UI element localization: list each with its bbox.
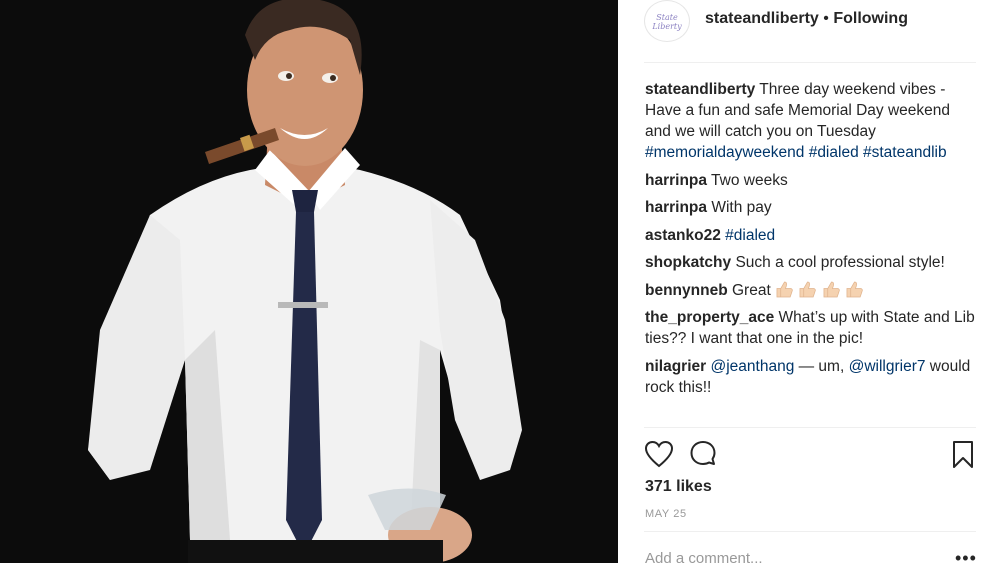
comment-icon bbox=[690, 441, 716, 465]
comment-username[interactable]: nilagrier bbox=[645, 358, 706, 375]
comment-item: harrinpa With pay bbox=[645, 197, 980, 218]
comment-username[interactable]: bennynneb bbox=[645, 282, 728, 299]
comment-input-divider bbox=[644, 531, 976, 532]
comment-username[interactable]: harrinpa bbox=[645, 199, 707, 216]
comment-text: With pay bbox=[711, 199, 772, 216]
comment-username[interactable]: harrinpa bbox=[645, 172, 707, 189]
post-date: MAY 25 bbox=[645, 508, 687, 520]
comment-username[interactable]: astanko22 bbox=[645, 227, 721, 244]
comment-username[interactable]: the_property_ace bbox=[645, 309, 774, 326]
thumbs-up-icon bbox=[823, 281, 840, 297]
post-side-panel: State Liberty stateandliberty • Followin… bbox=[618, 0, 1000, 568]
like-button[interactable] bbox=[642, 438, 676, 472]
photo-illustration bbox=[0, 0, 618, 563]
caption: stateandliberty Three day weekend vibes … bbox=[645, 79, 980, 163]
actions-divider bbox=[644, 427, 976, 428]
thumbs-up-icon bbox=[799, 281, 817, 297]
comment-username[interactable]: shopkatchy bbox=[645, 254, 731, 271]
avatar-logo-text: State Liberty bbox=[652, 13, 682, 31]
comment-mention[interactable]: @jeanthang bbox=[710, 358, 794, 375]
caption-username[interactable]: stateandliberty bbox=[645, 81, 755, 98]
comments-list: stateandliberty Three day weekend vibes … bbox=[645, 79, 980, 404]
comment-item: nilagrier @jeanthang — um, @willgrier7 w… bbox=[645, 356, 980, 398]
add-comment-input[interactable] bbox=[645, 550, 945, 567]
following-button[interactable]: Following bbox=[833, 10, 908, 27]
post-actions bbox=[642, 438, 980, 472]
thumbs-up-icon bbox=[846, 281, 863, 297]
caption-hashtags[interactable]: #memorialdayweekend #dialed #stateandlib bbox=[645, 144, 947, 161]
comment-item: bennynneb Great bbox=[645, 280, 980, 301]
comment-text: Such a cool professional style! bbox=[735, 254, 945, 271]
bookmark-icon bbox=[953, 441, 973, 468]
comment-text: — um, bbox=[798, 357, 845, 375]
avatar[interactable]: State Liberty bbox=[644, 0, 690, 42]
thumbs-up-icon bbox=[776, 281, 793, 297]
comment-text: Great bbox=[731, 281, 771, 299]
header-line: stateandliberty • Following bbox=[705, 10, 908, 28]
save-button[interactable] bbox=[946, 438, 980, 472]
header-divider bbox=[644, 62, 976, 63]
likes-count[interactable]: 371 likes bbox=[645, 478, 712, 496]
post-header: State Liberty stateandliberty • Followin… bbox=[618, 0, 1000, 45]
comment-item: harrinpa Two weeks bbox=[645, 170, 980, 191]
comment-item: astanko22 #dialed bbox=[645, 225, 980, 246]
comment-button[interactable] bbox=[686, 438, 720, 472]
post-photo[interactable] bbox=[0, 0, 618, 563]
post-username[interactable]: stateandliberty bbox=[705, 10, 819, 27]
comment-hashtag[interactable]: #dialed bbox=[725, 227, 775, 244]
more-options-button[interactable]: ••• bbox=[955, 548, 977, 569]
comment-text: Two weeks bbox=[711, 171, 788, 189]
comment-mention[interactable]: @willgrier7 bbox=[849, 358, 926, 375]
heart-icon bbox=[644, 440, 674, 468]
header-separator: • bbox=[823, 10, 829, 27]
comment-item: shopkatchy Such a cool professional styl… bbox=[645, 252, 980, 273]
comment-item: the_property_ace What’s up with State an… bbox=[645, 307, 980, 349]
